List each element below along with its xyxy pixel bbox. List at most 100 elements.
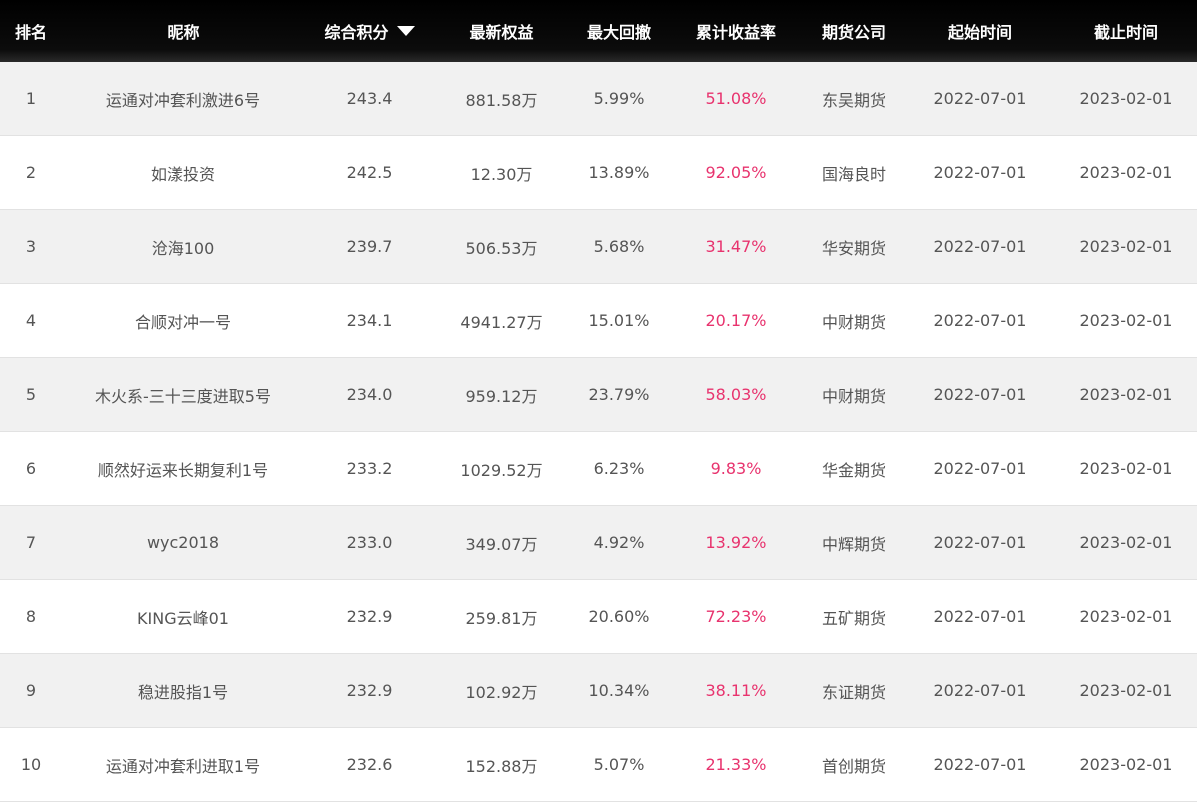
ranking-table: 排名 昵称 综合积分 最新权益 最大回撤 累计收益率 期货公司 起始时间 截止时… [0, 0, 1197, 802]
header-score-label: 综合积分 [324, 23, 389, 42]
header-end: 截止时间 [1093, 23, 1158, 42]
equity-cell: 152.88万 [465, 756, 538, 776]
score-cell: 239.7 [346, 237, 393, 256]
return-cell: 92.05% [705, 163, 767, 182]
nickname-link[interactable]: 运通对冲套利激进6号 [83, 86, 283, 111]
score-cell: 232.6 [346, 755, 393, 774]
table-row[interactable]: 2 如漾投资 242.5 12.30万 13.89% 92.05% 国海良时 2022-07-… [0, 136, 1197, 210]
start-date-cell: 2022-07-01 [933, 237, 1027, 256]
start-date-cell: 2022-07-01 [933, 681, 1027, 700]
nickname-link[interactable]: 木火系-三十三度进取5号 [83, 382, 283, 407]
score-cell: 243.4 [346, 89, 393, 108]
start-date-cell: 2022-07-01 [933, 311, 1027, 330]
start-date-cell: 2022-07-01 [933, 89, 1027, 108]
drawdown-cell: 10.34% [588, 681, 650, 700]
company-cell: 华安期货 [821, 238, 886, 258]
rank-cell: 3 [25, 237, 37, 256]
rank-cell: 10 [20, 755, 42, 774]
table-row[interactable]: 6 顺然好运来长期复利1号 233.2 1029.52万 6.23% 9.83% 华金期货 2… [0, 432, 1197, 506]
end-date-cell: 2023-02-01 [1079, 755, 1173, 774]
company-cell: 中辉期货 [821, 534, 886, 554]
score-cell: 233.0 [346, 533, 393, 552]
return-cell: 58.03% [705, 385, 767, 404]
nickname-cell: 合顺对冲一号 [62, 309, 305, 333]
table-row[interactable]: 3 沧海100 239.7 506.53万 5.68% 31.47% 华安期货 2022-07… [0, 210, 1197, 284]
nickname-link[interactable]: KING云峰01 [83, 605, 283, 629]
return-cell: 13.92% [705, 533, 767, 552]
nickname-link[interactable]: 合顺对冲一号 [83, 309, 283, 333]
company-cell: 东证期货 [821, 682, 886, 702]
end-date-cell: 2023-02-01 [1079, 311, 1173, 330]
table-row[interactable]: 4 合顺对冲一号 234.1 4941.27万 15.01% 20.17% 中财期货 2022… [0, 284, 1197, 358]
drawdown-cell: 4.92% [593, 533, 645, 552]
company-cell: 华金期货 [821, 460, 886, 480]
score-cell: 233.2 [346, 459, 393, 478]
nickname-link[interactable]: 如漾投资 [83, 161, 283, 185]
company-cell: 中财期货 [821, 312, 886, 332]
company-cell: 国海良时 [821, 164, 886, 184]
return-cell: 38.11% [705, 681, 767, 700]
table-row[interactable]: 10 运通对冲套利进取1号 232.6 152.88万 5.07% 21.33% 首创期货 2… [0, 728, 1197, 802]
rank-cell: 1 [25, 89, 37, 108]
equity-cell: 959.12万 [465, 386, 538, 406]
start-date-cell: 2022-07-01 [933, 607, 1027, 626]
end-date-cell: 2023-02-01 [1079, 681, 1173, 700]
end-date-cell: 2023-02-01 [1079, 163, 1173, 182]
nickname-cell: 运通对冲套利进取1号 [62, 753, 305, 777]
nickname-link[interactable]: 顺然好运来长期复利1号 [83, 457, 283, 481]
drawdown-cell: 5.99% [593, 89, 645, 108]
drawdown-cell: 20.60% [588, 607, 650, 626]
drawdown-cell: 5.07% [593, 755, 645, 774]
nickname-cell: wyc2018 [62, 533, 305, 552]
nickname-link[interactable]: wyc2018 [83, 533, 283, 552]
rank-cell: 8 [25, 607, 37, 626]
company-cell: 中财期货 [821, 386, 886, 406]
score-cell: 234.0 [346, 385, 393, 404]
nickname-link[interactable]: 沧海100 [83, 234, 283, 259]
nickname-cell: KING云峰01 [62, 605, 305, 629]
equity-cell: 4941.27万 [460, 312, 543, 332]
equity-cell: 881.58万 [465, 90, 538, 110]
nickname-link[interactable]: 稳进股指1号 [83, 678, 283, 703]
header-return: 累计收益率 [695, 23, 776, 42]
drawdown-cell: 23.79% [588, 385, 650, 404]
rank-cell: 5 [25, 385, 37, 404]
table-row[interactable]: 1 运通对冲套利激进6号 243.4 881.58万 5.99% 51.08% 东吴期货 20… [0, 62, 1197, 136]
start-date-cell: 2022-07-01 [933, 163, 1027, 182]
header-rank: 排名 [14, 23, 47, 42]
rank-cell: 9 [25, 681, 37, 700]
table-row[interactable]: 8 KING云峰01 232.9 259.81万 20.60% 72.23% 五矿期货 202… [0, 580, 1197, 654]
caret-down-icon[interactable] [396, 26, 415, 36]
nickname-link[interactable]: 运通对冲套利进取1号 [83, 753, 283, 777]
end-date-cell: 2023-02-01 [1079, 89, 1173, 108]
end-date-cell: 2023-02-01 [1079, 385, 1173, 404]
table-row[interactable]: 9 稳进股指1号 232.9 102.92万 10.34% 38.11% 东证期货 2022-… [0, 654, 1197, 728]
nickname-cell: 运通对冲套利激进6号 [62, 86, 305, 111]
end-date-cell: 2023-02-01 [1079, 459, 1173, 478]
header-score-sort[interactable]: 综合积分 [305, 19, 434, 43]
table-row[interactable]: 7 wyc2018 233.0 349.07万 4.92% 13.92% 中辉期货 2022-… [0, 506, 1197, 580]
score-cell: 234.1 [346, 311, 393, 330]
return-cell: 31.47% [705, 237, 767, 256]
start-date-cell: 2022-07-01 [933, 533, 1027, 552]
nickname-cell: 如漾投资 [62, 161, 305, 185]
header-nickname: 昵称 [167, 23, 200, 42]
end-date-cell: 2023-02-01 [1079, 237, 1173, 256]
start-date-cell: 2022-07-01 [933, 459, 1027, 478]
rank-cell: 7 [25, 533, 37, 552]
score-cell: 232.9 [346, 681, 393, 700]
company-cell: 五矿期货 [821, 608, 886, 628]
return-cell: 9.83% [710, 459, 762, 478]
equity-cell: 102.92万 [465, 682, 538, 702]
equity-cell: 12.30万 [470, 164, 533, 184]
drawdown-cell: 5.68% [593, 237, 645, 256]
table-row[interactable]: 5 木火系-三十三度进取5号 234.0 959.12万 23.79% 58.03% 中财期… [0, 358, 1197, 432]
nickname-cell: 顺然好运来长期复利1号 [62, 457, 305, 481]
rank-cell: 6 [25, 459, 37, 478]
return-cell: 21.33% [705, 755, 767, 774]
header-equity: 最新权益 [469, 23, 534, 42]
header-start: 起始时间 [947, 23, 1012, 42]
end-date-cell: 2023-02-01 [1079, 533, 1173, 552]
company-cell: 首创期货 [821, 756, 886, 776]
equity-cell: 1029.52万 [460, 460, 543, 480]
